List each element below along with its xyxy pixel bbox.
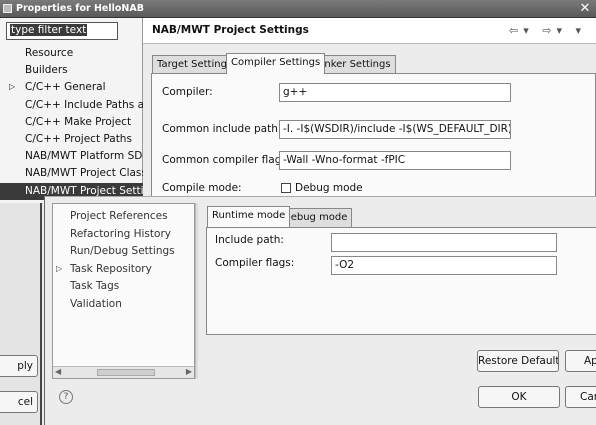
compiler-flags-label: Common compiler flags:	[162, 154, 291, 166]
tree-item-c-c-include-paths-and[interactable]: C/C++ Include Paths and	[25, 97, 157, 114]
include-path-field-front[interactable]	[331, 233, 557, 252]
category-tree-panel-front: Project References Refactoring History Run…	[52, 203, 195, 379]
back-button-strip: ply cel	[0, 203, 42, 425]
page-header: NAB/MWT Project Settings ⇦▾ ⇨▾ ▾	[143, 18, 596, 44]
compile-mode-label: Compile mode:	[162, 182, 242, 194]
close-icon[interactable]: ✕	[578, 2, 592, 16]
compiler-settings-panel: Compiler: g++ Common include path: -I. -…	[151, 73, 596, 203]
cancel-button-back[interactable]: cel	[0, 391, 38, 413]
filter-input-text: type filter text	[10, 24, 88, 36]
restore-defaults-label: Restore Defaults	[478, 355, 559, 367]
tree-item-project-references[interactable]: Project References	[70, 208, 168, 225]
apply-button[interactable]: Ap	[565, 350, 596, 372]
tree-item-task-tags[interactable]: Task Tags	[70, 278, 119, 295]
scroll-right-icon[interactable]: ▶	[186, 367, 192, 376]
tree-item-validation[interactable]: Validation	[70, 296, 122, 313]
restore-defaults-button[interactable]: Restore Defaults	[477, 350, 559, 372]
tree-item-c-c-project-paths[interactable]: C/C++ Project Paths	[25, 131, 132, 148]
properties-dialog-front: Project References Refactoring History Run…	[44, 196, 596, 425]
title-bar[interactable]: Properties for HelloNAB ✕	[0, 0, 596, 18]
tree-item-c-c-make-project[interactable]: C/C++ Make Project	[25, 114, 131, 131]
scroll-left-icon[interactable]: ◀	[55, 367, 61, 376]
include-path-field[interactable]: -I. -I$(WSDIR)/include -I$(WS_DEFAULT_DI…	[279, 120, 511, 139]
tree-item-resource[interactable]: Resource	[25, 45, 73, 62]
expand-arrow-icon[interactable]: ▷	[9, 82, 15, 91]
compiler-label: Compiler:	[162, 86, 213, 98]
tree-item-refactoring-history[interactable]: Refactoring History	[70, 226, 171, 243]
apply-button-back[interactable]: ply	[0, 355, 38, 377]
window-title: Properties for HelloNAB	[16, 3, 144, 14]
tree-item-builders[interactable]: Builders	[25, 62, 68, 79]
compiler-flags-field[interactable]: -Wall -Wno-format -fPIC	[279, 151, 511, 170]
tab-target-settings[interactable]: Target Settings	[152, 55, 238, 74]
tree-item-nab-mwt-project-class[interactable]: NAB/MWT Project Class	[25, 165, 147, 182]
tree-item-c-c-general[interactable]: C/C++ General	[25, 79, 106, 96]
ok-button[interactable]: OK	[478, 386, 560, 408]
help-icon[interactable]: ?	[59, 390, 73, 404]
mode-settings-page: Runtime mode Debug mode Include path: Co…	[198, 197, 596, 349]
compiler-field[interactable]: g++	[279, 83, 511, 102]
include-path-label: Common include path:	[162, 123, 282, 135]
horizontal-scrollbar[interactable]: ◀ ▶	[53, 366, 194, 378]
runtime-mode-panel: Include path: Compiler flags: -O2	[206, 227, 596, 335]
settings-page: NAB/MWT Project Settings ⇦▾ ⇨▾ ▾ Target …	[143, 18, 596, 203]
filter-input[interactable]: type filter text	[6, 22, 118, 40]
compiler-flags-field-front[interactable]: -O2	[331, 256, 557, 275]
tab-runtime-mode[interactable]: Runtime mode	[207, 206, 291, 227]
debug-mode-checkbox[interactable]	[281, 183, 291, 193]
cancel-button[interactable]: Can	[565, 386, 596, 408]
include-path-label-front: Include path:	[215, 234, 284, 246]
category-tree-panel: type filter text Resource Builders ▷ C/C++ …	[0, 18, 157, 203]
page-title: NAB/MWT Project Settings	[152, 24, 309, 36]
tab-compiler-settings[interactable]: Compiler Settings	[226, 53, 326, 74]
tree-item-task-repository[interactable]: Task Repository	[70, 261, 152, 278]
compiler-flags-label-front: Compiler flags:	[215, 257, 295, 269]
tree-item-run-debug-settings[interactable]: Run/Debug Settings	[70, 243, 175, 260]
tree-item-nab-mwt-platform-sdk[interactable]: NAB/MWT Platform SDK	[25, 148, 149, 165]
expand-arrow-icon[interactable]: ▷	[56, 264, 62, 273]
debug-mode-label: Debug mode	[295, 182, 363, 194]
scrollbar-thumb[interactable]	[97, 369, 155, 376]
history-nav-icons[interactable]: ⇦▾ ⇨▾ ▾	[509, 24, 586, 37]
window-icon	[3, 4, 12, 13]
